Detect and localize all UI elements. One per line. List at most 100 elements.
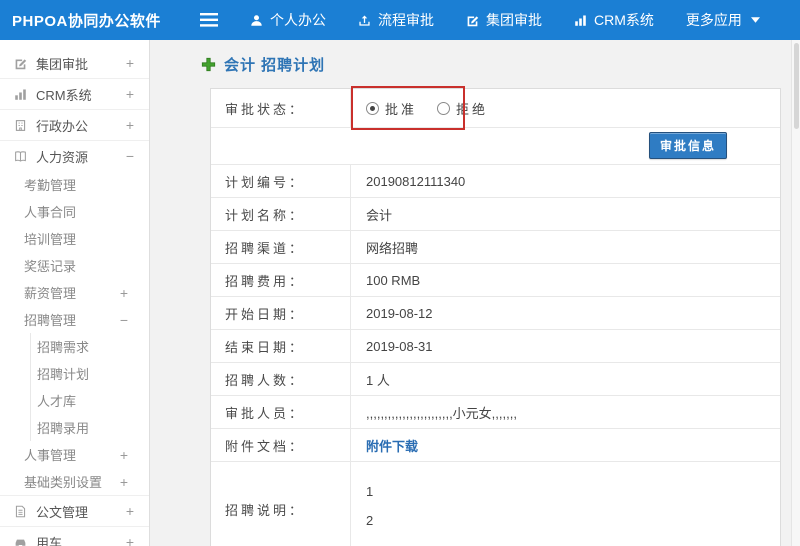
nav-label: 更多应用 [685, 12, 742, 28]
sidebar-item-label: 公文管理 [36, 504, 89, 520]
expand-toggle[interactable]: + [123, 55, 137, 71]
sidebar-item-human-resources[interactable]: 人力资源 − [0, 141, 149, 171]
sidebar-item-label: 集团审批 [36, 56, 89, 72]
field-value: 网络招聘 [366, 240, 419, 256]
nav-label: 流程审批 [378, 12, 434, 28]
nav-crm-system[interactable]: CRM系统 [574, 10, 654, 30]
sidebar-item-reward-punishment[interactable]: 奖惩记录 [0, 252, 149, 279]
form-row-recruit-channel: 招聘渠道： 网络招聘 [211, 231, 780, 264]
sidebar-item-recruitment[interactable]: 招聘管理 − [0, 306, 149, 333]
sidebar-item-salary[interactable]: 薪资管理 + [0, 279, 149, 306]
sidebar-item-label: 考勤管理 [24, 178, 77, 193]
topbar: PHPOA协同办公软件 个人办公 流程审批 集团审批 CRM系统 更多应用 [0, 0, 800, 40]
nav-label: CRM系统 [594, 12, 654, 28]
sidebar-item-personnel-contract[interactable]: 人事合同 [0, 198, 149, 225]
sidebar-item-base-category-settings[interactable]: 基础类别设置 + [0, 468, 149, 495]
nav-personal-office[interactable]: 个人办公 [250, 10, 326, 30]
expand-toggle[interactable]: + [123, 86, 137, 102]
sidebar-item-recruit-hiring[interactable]: 招聘录用 [31, 414, 149, 441]
expand-toggle[interactable]: + [123, 117, 137, 133]
sidebar-item-training[interactable]: 培训管理 [0, 225, 149, 252]
nav-workflow-approval[interactable]: 流程审批 [358, 10, 434, 30]
sidebar-item-label: 人力资源 [36, 149, 89, 165]
sidebar-item-label: 招聘管理 [24, 313, 77, 328]
sidebar-item-group-approval[interactable]: 集团审批 + [0, 48, 149, 78]
page-title: 会计 招聘计划 [224, 57, 326, 74]
form-row-plan-number: 计划编号： 20190812111340 [211, 165, 780, 198]
field-label: 招聘渠道： [211, 231, 351, 263]
field-label: 开始日期： [211, 297, 351, 329]
add-plus-icon [201, 57, 216, 72]
sidebar-item-label: 人事合同 [24, 205, 77, 220]
field-label: 审批人员： [211, 396, 351, 428]
collapse-toggle[interactable]: − [123, 148, 137, 164]
chart-icon [574, 14, 587, 27]
field-value: 2019-08-12 [366, 305, 433, 321]
field-value: 附件下载 [351, 429, 780, 461]
expand-toggle[interactable]: + [117, 285, 131, 301]
sidebar-item-label: 薪资管理 [24, 286, 77, 301]
form-row-actions: 审批信息 [211, 128, 780, 165]
collapse-toggle[interactable]: − [117, 312, 131, 328]
sidebar-item-vehicle[interactable]: 用车 + [0, 527, 149, 546]
vertical-scrollbar[interactable] [791, 40, 800, 546]
field-label: 审批状态： [211, 89, 351, 127]
field-label: 招聘说明： [211, 462, 351, 546]
form-row-recruit-cost: 招聘费用： 100 RMB [211, 264, 780, 297]
field-label: 招聘人数： [211, 363, 351, 395]
form-row-headcount: 招聘人数： 1 人 [211, 363, 780, 396]
app-logo: PHPOA协同办公软件 [12, 12, 161, 30]
sidebar-item-label: 人才库 [37, 394, 77, 409]
field-label: 附件文档： [211, 429, 351, 461]
field-value: 2019-08-31 [366, 338, 433, 354]
sidebar-item-label: 行政办公 [36, 118, 89, 134]
sidebar-item-talent-pool[interactable]: 人才库 [31, 387, 149, 414]
field-value: 1 人 [366, 372, 390, 388]
form-row-end-date: 结束日期： 2019-08-31 [211, 330, 780, 363]
field-value: 100 RMB [366, 272, 421, 288]
radio-label: 拒绝 [456, 101, 489, 117]
caret-down-icon [750, 17, 760, 23]
sidebar-item-label: 招聘需求 [37, 340, 90, 355]
form-row-start-date: 开始日期： 2019-08-12 [211, 297, 780, 330]
approval-info-button[interactable]: 审批信息 [648, 132, 727, 159]
sidebar-item-personnel-management[interactable]: 人事管理 + [0, 441, 149, 468]
attachment-download-link[interactable]: 附件下载 [366, 436, 418, 455]
sidebar-item-admin-office[interactable]: 行政办公 + [0, 110, 149, 140]
expand-toggle[interactable]: + [123, 503, 137, 519]
nav-more-apps[interactable]: 更多应用 [686, 10, 760, 30]
scrollbar-thumb[interactable] [793, 43, 799, 129]
sidebar-item-label: 招聘录用 [37, 421, 90, 436]
field-value-line: 2 [366, 513, 374, 528]
sidebar-item-recruit-needs[interactable]: 招聘需求 [31, 333, 149, 360]
sidebar: 集团审批 + CRM系统 + 行政办公 + 人力资源 − 考勤管理 人事合同 培… [0, 40, 150, 546]
field-value: 20190812111340 [366, 173, 466, 189]
recruit-plan-detail-panel: 审批状态： 批准 拒绝 审批信息 计划编号： 20190812111340 计划… [210, 86, 781, 546]
field-value: 批准 拒绝 [351, 89, 780, 127]
sidebar-item-crm[interactable]: CRM系统 + [0, 79, 149, 109]
edit-icon [14, 57, 27, 70]
expand-toggle[interactable]: + [117, 474, 131, 490]
nav-group-approval[interactable]: 集团审批 [466, 10, 542, 30]
field-label: 计划编号： [211, 165, 351, 197]
sidebar-item-document-management[interactable]: 公文管理 + [0, 496, 149, 526]
form-row-approvers: 审批人员： ,,,,,,,,,,,,,,,,,,,,,,,,小元女,,,,,,, [211, 396, 780, 429]
form-row-recruit-description: 招聘说明： 1 2 [211, 462, 780, 546]
radio-approve[interactable]: 批准 [366, 99, 417, 118]
sidebar-item-label: 培训管理 [24, 232, 77, 247]
form-row-attachment: 附件文档： 附件下载 [211, 429, 780, 462]
expand-toggle[interactable]: + [123, 534, 137, 546]
form-row-plan-name: 计划名称： 会计 [211, 198, 780, 231]
book-icon [14, 150, 27, 163]
sidebar-item-recruit-plan[interactable]: 招聘计划 [31, 360, 149, 387]
document-icon [14, 505, 27, 518]
sidebar-item-label: 奖惩记录 [24, 259, 77, 274]
sidebar-item-attendance[interactable]: 考勤管理 [0, 171, 149, 198]
sidebar-item-label: 用车 [36, 535, 63, 546]
form-row-approval-status: 审批状态： 批准 拒绝 [211, 89, 780, 128]
person-icon [250, 14, 263, 27]
radio-reject[interactable]: 拒绝 [437, 99, 488, 118]
expand-toggle[interactable]: + [117, 447, 131, 463]
sidebar-toggle-button[interactable] [200, 13, 218, 27]
sidebar-item-label: CRM系统 [36, 87, 92, 103]
